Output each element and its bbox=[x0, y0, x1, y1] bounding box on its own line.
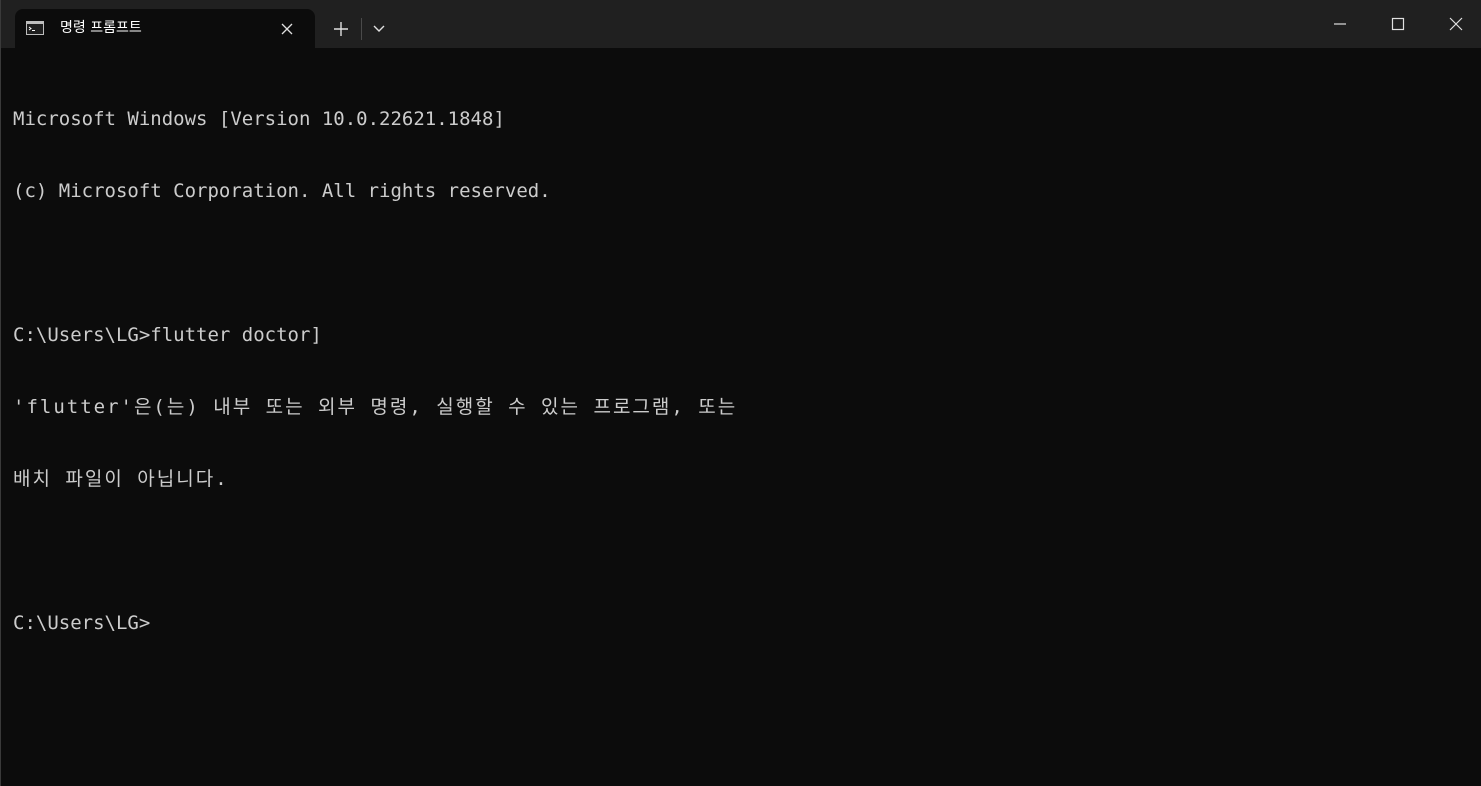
close-icon[interactable] bbox=[277, 19, 297, 39]
terminal-line: (c) Microsoft Corporation. All rights re… bbox=[13, 180, 551, 202]
tab-command-prompt[interactable]: 명령 프롬프트 bbox=[15, 9, 315, 48]
terminal-line: 배치 파일이 아닙니다. bbox=[13, 468, 229, 490]
terminal-line: C:\Users\LG>flutter doctor] bbox=[13, 324, 322, 346]
terminal-line: 'flutter'은(는) 내부 또는 외부 명령, 실행할 수 있는 프로그램… bbox=[13, 396, 738, 418]
tab-separator bbox=[361, 18, 362, 40]
tab-dropdown-button[interactable] bbox=[365, 14, 393, 44]
tab-title: 명령 프롬프트 bbox=[60, 20, 142, 36]
maximize-button[interactable] bbox=[1369, 0, 1427, 48]
terminal-prompt: C:\Users\LG> bbox=[13, 612, 151, 634]
chevron-down-icon bbox=[365, 25, 393, 48]
terminal-output[interactable]: Microsoft Windows [Version 10.0.22621.18… bbox=[13, 59, 1473, 779]
close-window-button[interactable] bbox=[1427, 0, 1481, 48]
terminal-icon bbox=[26, 21, 44, 35]
minimize-button[interactable] bbox=[1311, 0, 1369, 48]
terminal-window: 명령 프롬프트 Microsoft Windows [Version 10.0.… bbox=[0, 0, 1481, 786]
new-tab-button[interactable] bbox=[323, 12, 359, 44]
terminal-line: Microsoft Windows [Version 10.0.22621.18… bbox=[13, 108, 505, 130]
title-bar: 명령 프롬프트 bbox=[1, 0, 1481, 48]
